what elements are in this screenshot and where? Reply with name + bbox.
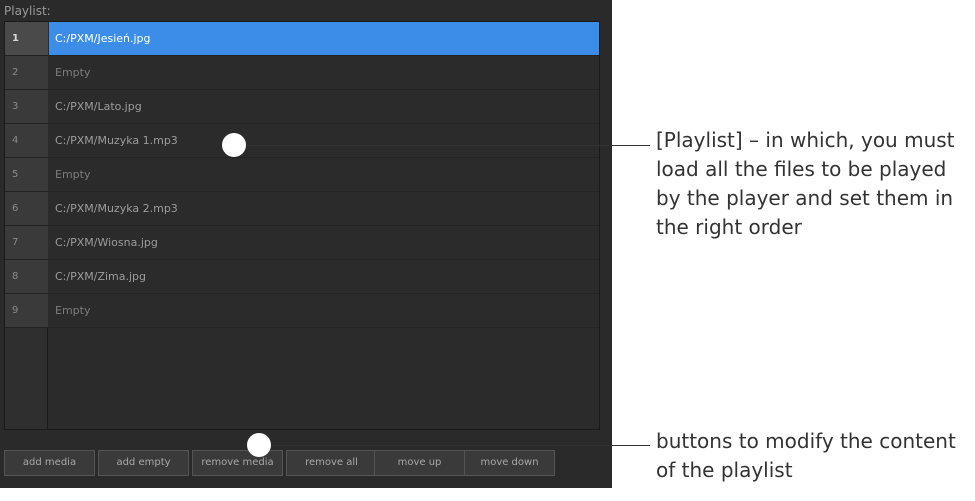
row-number: 1 — [5, 22, 48, 56]
row-filename: Empty — [49, 294, 599, 328]
playlist-row[interactable]: 4 C:/PXM/Muzyka 1.mp3 — [5, 124, 599, 158]
callout-line-buttons — [271, 445, 650, 446]
row-filename: C:/PXM/Wiosna.jpg — [49, 226, 599, 260]
playlist-row[interactable]: 9 Empty — [5, 294, 599, 328]
callout-marker-playlist — [222, 133, 246, 157]
remove-all-button[interactable]: remove all — [286, 450, 377, 476]
row-filename: Empty — [49, 56, 599, 90]
playlist-row[interactable]: 7 C:/PXM/Wiosna.jpg — [5, 226, 599, 260]
playlist-row[interactable]: 2 Empty — [5, 56, 599, 90]
row-number: 2 — [5, 56, 48, 90]
playlist-row[interactable]: 8 C:/PXM/Zima.jpg — [5, 260, 599, 294]
playlist-row[interactable]: 1 C:/PXM/Jesień.jpg — [5, 22, 599, 56]
playlist-panel: Playlist: 1 C:/PXM/Jesień.jpg 2 Empty 3 … — [0, 0, 612, 488]
row-number: 6 — [5, 192, 48, 226]
row-number: 3 — [5, 90, 48, 124]
playlist-annotation-title: [Playlist] — [656, 128, 743, 152]
row-filename: Empty — [49, 158, 599, 192]
playlist-row[interactable]: 6 C:/PXM/Muzyka 2.mp3 — [5, 192, 599, 226]
playlist-label: Playlist: — [4, 4, 51, 18]
row-number: 8 — [5, 260, 48, 294]
row-number: 5 — [5, 158, 48, 192]
move-up-button[interactable]: move up — [374, 450, 465, 476]
add-media-button[interactable]: add media — [4, 450, 95, 476]
row-filename: C:/PXM/Zima.jpg — [49, 260, 599, 294]
remove-media-button[interactable]: remove media — [192, 450, 283, 476]
buttons-annotation: buttons to modify the content of the pla… — [656, 429, 956, 482]
row-filename: C:/PXM/Jesień.jpg — [49, 22, 599, 56]
row-number: 7 — [5, 226, 48, 260]
row-number: 4 — [5, 124, 48, 158]
row-filename: C:/PXM/Muzyka 2.mp3 — [49, 192, 599, 226]
row-number: 9 — [5, 294, 48, 328]
row-filename: C:/PXM/Muzyka 1.mp3 — [49, 124, 599, 158]
playlist-row[interactable]: 5 Empty — [5, 158, 599, 192]
row-filename: C:/PXM/Lato.jpg — [49, 90, 599, 124]
playlist-list[interactable]: 1 C:/PXM/Jesień.jpg 2 Empty 3 C:/PXM/Lat… — [4, 21, 600, 430]
playlist-annotation: [Playlist] – in which, you must load all… — [656, 126, 968, 242]
move-down-button[interactable]: move down — [464, 450, 555, 476]
callout-marker-buttons — [247, 433, 271, 457]
callout-line-playlist — [246, 145, 650, 146]
playlist-row[interactable]: 3 C:/PXM/Lato.jpg — [5, 90, 599, 124]
add-empty-button[interactable]: add empty — [98, 450, 189, 476]
